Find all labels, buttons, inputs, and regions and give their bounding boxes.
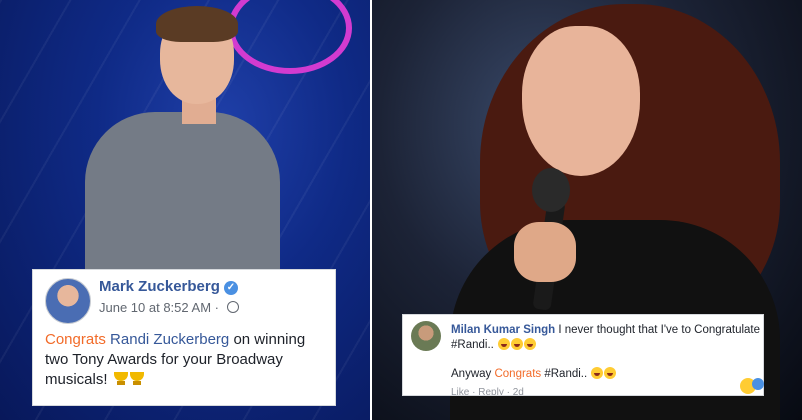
post-congrats-word: Congrats xyxy=(45,331,106,348)
post-meta: June 10 at 8:52 AM · xyxy=(99,300,239,315)
post-timestamp[interactable]: June 10 at 8:52 AM xyxy=(99,300,211,315)
commenter-avatar[interactable] xyxy=(411,321,441,351)
laughing-emoji-icon xyxy=(524,338,537,350)
globe-icon[interactable] xyxy=(226,301,239,313)
microphone-icon xyxy=(532,168,570,212)
post-mention-link[interactable]: Randi Zuckerberg xyxy=(110,331,229,348)
comment-footer: Like · Reply · 2d xyxy=(451,387,524,396)
footer-dot: · xyxy=(506,387,510,396)
reply-prefix: Anyway xyxy=(451,368,492,380)
meta-separator: · xyxy=(214,300,219,315)
laughing-emoji-icon xyxy=(511,338,524,350)
like-link[interactable]: Like xyxy=(451,387,469,395)
person-face xyxy=(522,26,640,176)
trophy-icon xyxy=(129,372,144,386)
comment-body: Milan Kumar Singh I never thought that I… xyxy=(451,323,761,353)
person-hand xyxy=(514,222,576,282)
facebook-comment-card: Milan Kumar Singh I never thought that I… xyxy=(402,314,764,396)
laughing-emoji-icon xyxy=(604,367,617,379)
comment-reply-line: Anyway Congrats #Randi.. xyxy=(451,367,617,380)
post-text: Congrats Randi Zuckerberg on winning two… xyxy=(45,330,330,390)
reply-hashtag[interactable]: #Randi.. xyxy=(544,368,587,380)
commenter-name[interactable]: Milan Kumar Singh xyxy=(451,324,555,336)
like-reaction-icon xyxy=(752,378,764,390)
post-author-name[interactable]: Mark Zuckerberg xyxy=(99,278,220,295)
footer-dot: · xyxy=(472,387,476,396)
reply-link[interactable]: Reply xyxy=(478,387,504,395)
comment-time[interactable]: 2d xyxy=(513,387,524,395)
facebook-post-card: Mark Zuckerberg ✓ June 10 at 8:52 AM · Co… xyxy=(32,269,336,406)
reply-congrats-word: Congrats xyxy=(494,368,542,380)
post-author[interactable]: Mark Zuckerberg ✓ xyxy=(99,278,238,295)
verified-badge-icon: ✓ xyxy=(223,281,238,295)
laughing-emoji-icon xyxy=(591,367,604,379)
person-hair xyxy=(156,6,238,42)
trophy-icon xyxy=(113,372,128,386)
author-avatar[interactable] xyxy=(45,278,91,324)
laughing-emoji-icon xyxy=(498,338,511,350)
